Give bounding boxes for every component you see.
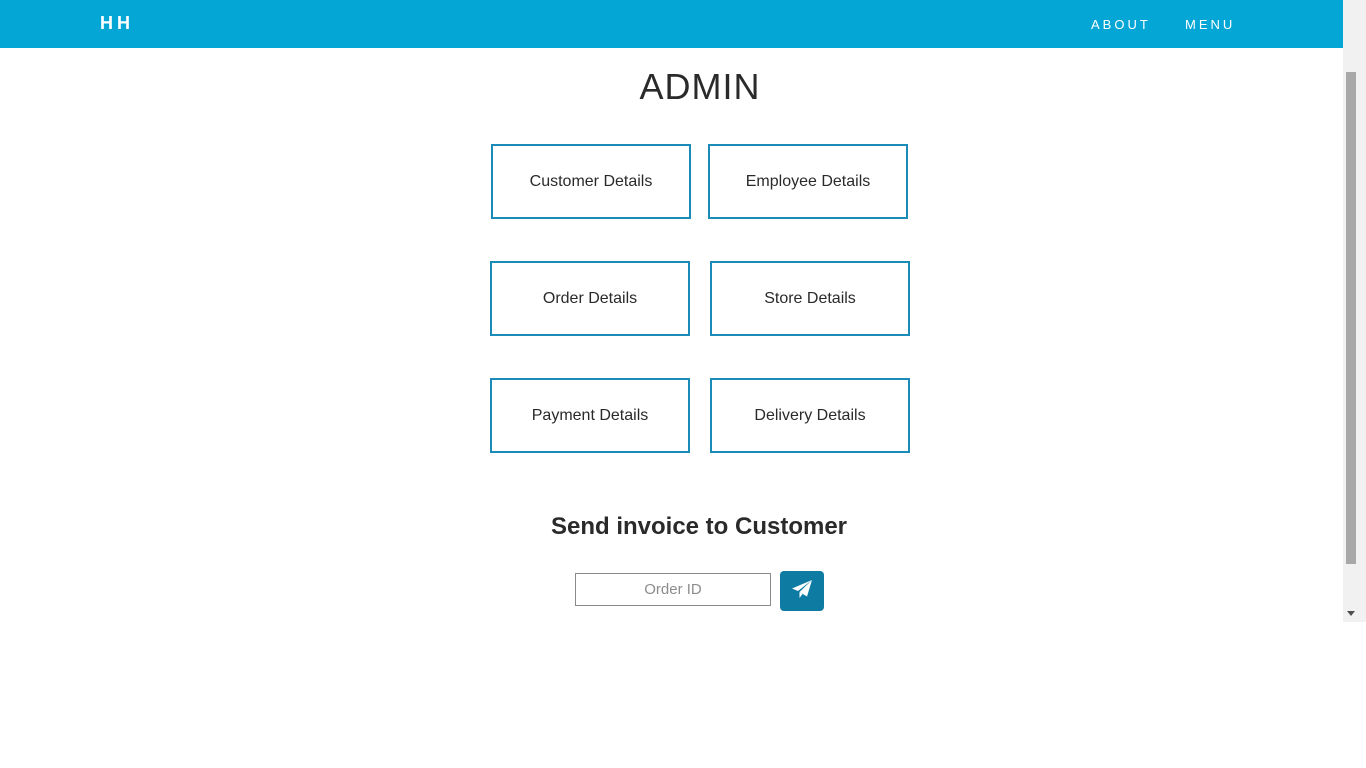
order-id-input[interactable] bbox=[575, 573, 771, 606]
order-details-button[interactable]: Order Details bbox=[490, 261, 690, 336]
store-details-button[interactable]: Store Details bbox=[710, 261, 910, 336]
send-invoice-button[interactable] bbox=[780, 571, 824, 611]
nav-link-menu[interactable]: MENU bbox=[1185, 17, 1235, 32]
scrollbar-thumb[interactable] bbox=[1346, 72, 1356, 564]
payment-details-button[interactable]: Payment Details bbox=[490, 378, 690, 453]
nav-link-about[interactable]: ABOUT bbox=[1091, 17, 1151, 32]
paper-plane-icon bbox=[791, 579, 813, 604]
brand-logo[interactable]: HH bbox=[100, 13, 134, 34]
invoice-heading: Send invoice to Customer bbox=[550, 513, 848, 540]
scroll-down-arrow-icon[interactable] bbox=[1347, 611, 1355, 616]
employee-details-button[interactable]: Employee Details bbox=[708, 144, 908, 219]
top-navbar: HH ABOUT MENU bbox=[0, 0, 1343, 48]
customer-details-button[interactable]: Customer Details bbox=[491, 144, 691, 219]
delivery-details-button[interactable]: Delivery Details bbox=[710, 378, 910, 453]
page-title: ADMIN bbox=[639, 66, 761, 107]
